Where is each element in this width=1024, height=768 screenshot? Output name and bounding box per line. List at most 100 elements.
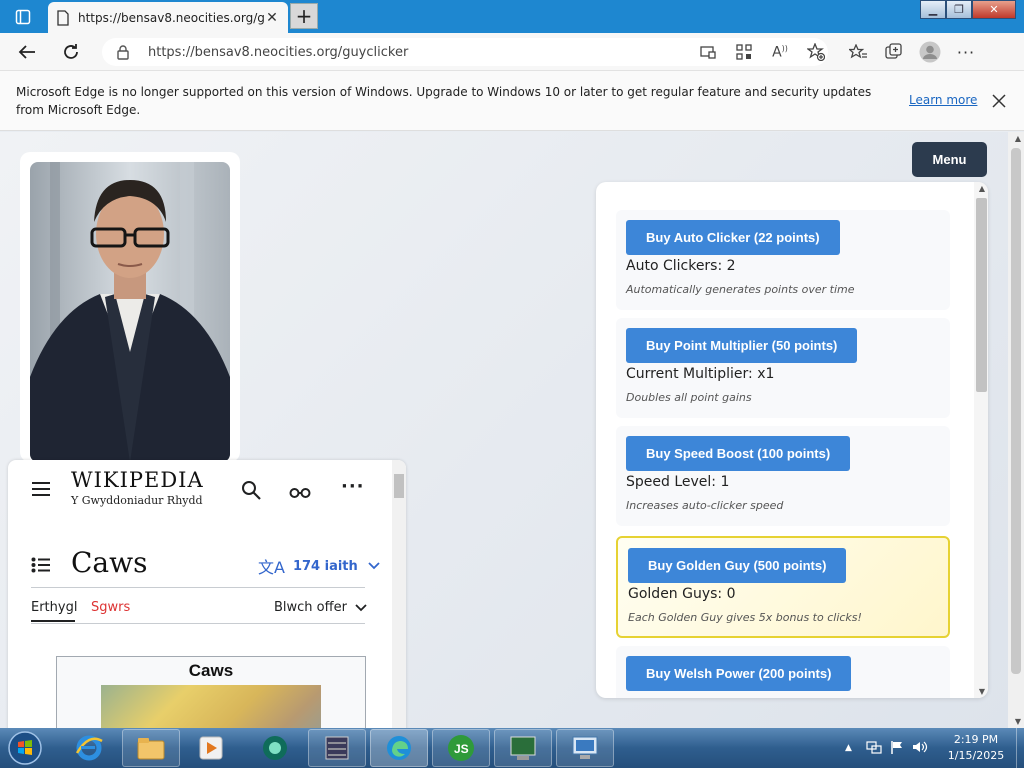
taskbar-app-icon[interactable] (246, 729, 304, 767)
scroll-down-icon[interactable]: ▼ (1015, 717, 1021, 726)
chevron-down-icon (355, 603, 367, 611)
action-center-flag-icon[interactable] (890, 739, 904, 758)
buy-golden-guy-button[interactable]: Buy Golden Guy (500 points) (628, 548, 847, 583)
clock-time: 2:19 PM (953, 733, 999, 746)
svg-text:JS: JS (454, 742, 469, 756)
wikipedia-embed: WIKIPEDIA Y Gwyddoniadur Rhydd ··· Caws … (8, 460, 406, 728)
infobox-title: Caws (188, 661, 234, 680)
upgrade-description: Each Golden Guy gives 5x bonus to clicks… (628, 611, 862, 624)
buy-auto-clicker-button[interactable]: Buy Auto Clicker (22 points) (626, 220, 840, 255)
upgrade-speed-boost: Buy Speed Boost (100 points) Speed Level… (616, 426, 950, 526)
scroll-down-icon[interactable]: ▼ (979, 687, 985, 696)
wiki-contents-icon[interactable] (31, 557, 51, 577)
unsupported-info-bar: Microsoft Edge is no longer supported on… (0, 71, 1024, 131)
cheese-image[interactable] (101, 685, 321, 728)
wikipedia-tagline: Y Gwyddoniadur Rhydd (71, 494, 203, 507)
maximize-button[interactable]: ❐ (946, 0, 972, 19)
title-bar: https://bensav8.neocities.org/gu ✕ + ▁ ❐… (0, 0, 1024, 33)
upgrades-panel: Buy Auto Clicker (22 points) Auto Clicke… (596, 182, 988, 698)
taskbar-explorer-icon[interactable] (122, 729, 180, 767)
refresh-icon[interactable] (58, 40, 84, 64)
network-icon[interactable] (866, 739, 882, 758)
guy-photo[interactable] (30, 162, 230, 462)
wikipedia-logo[interactable]: WIKIPEDIA (71, 468, 204, 492)
taskbar-winrar-icon[interactable] (308, 729, 366, 767)
taskbar: JS ▲ 2:19 PM 1/15/2025 (0, 728, 1024, 768)
menu-button[interactable]: Menu (912, 142, 987, 177)
minimize-button[interactable]: ▁ (920, 0, 946, 19)
url-text: https://bensav8.neocities.org/guyclicker (148, 44, 409, 60)
read-aloud-icon[interactable]: A)) (769, 41, 791, 63)
translate-icon: 文A (258, 558, 285, 577)
favorites-icon[interactable] (847, 41, 869, 63)
wiki-article-title: Caws (71, 546, 148, 579)
taskbar-remote-desktop-icon[interactable] (556, 729, 614, 767)
volume-icon[interactable] (912, 739, 928, 758)
upgrade-point-multiplier: Buy Point Multiplier (50 points) Current… (616, 318, 950, 418)
qr-code-icon[interactable] (733, 41, 755, 63)
scroll-up-icon[interactable]: ▲ (979, 184, 985, 193)
tab-talk[interactable]: Sgwrs (91, 600, 130, 615)
taskbar-js-icon[interactable]: JS (432, 729, 490, 767)
upgrade-description: Increases auto-clicker speed (626, 499, 784, 512)
tab-title: https://bensav8.neocities.org/gu (78, 10, 264, 25)
close-window-button[interactable]: ✕ (972, 0, 1016, 19)
toolbox-label: Blwch offer (274, 600, 347, 615)
wiki-language-button[interactable]: 文A 174 iaith (258, 554, 380, 578)
tab-actions-icon[interactable] (10, 6, 36, 28)
taskbar-terminal-icon[interactable] (494, 729, 552, 767)
tray-expand-icon[interactable]: ▲ (845, 743, 852, 753)
close-icon[interactable] (990, 92, 1008, 110)
guy-photo-card[interactable] (20, 152, 240, 462)
taskbar-ie-icon[interactable] (60, 729, 118, 767)
upgrade-welsh-power: Buy Welsh Power (200 points) (616, 646, 950, 698)
clock-date: 1/15/2025 (947, 749, 1005, 762)
language-count: 174 iaith (292, 558, 358, 574)
upgrade-description: Automatically generates points over time (626, 283, 855, 296)
browser-tab[interactable]: https://bensav8.neocities.org/gu ✕ (48, 2, 288, 33)
collections-icon[interactable] (883, 41, 905, 63)
upgrade-status: Auto Clickers: 2 (626, 258, 736, 274)
start-button[interactable] (4, 729, 46, 767)
upgrade-auto-clicker: Buy Auto Clicker (22 points) Auto Clicke… (616, 210, 950, 310)
buy-speed-boost-button[interactable]: Buy Speed Boost (100 points) (626, 436, 851, 471)
tab-article[interactable]: Erthygl (31, 600, 77, 615)
wiki-search-icon[interactable] (241, 480, 261, 504)
info-message: Microsoft Edge is no longer supported on… (16, 85, 872, 117)
lock-icon (117, 45, 129, 60)
profile-avatar-icon[interactable] (919, 41, 941, 63)
wiki-menu-icon[interactable] (31, 481, 51, 501)
upgrade-status: Current Multiplier: x1 (626, 366, 775, 382)
back-icon[interactable] (14, 40, 40, 64)
taskbar-edge-icon[interactable] (370, 729, 428, 767)
buy-point-multiplier-button[interactable]: Buy Point Multiplier (50 points) (626, 328, 858, 363)
show-desktop-button[interactable] (1016, 728, 1024, 768)
chevron-down-icon (368, 562, 380, 570)
upgrades-scrollbar[interactable]: ▲ ▼ (974, 182, 988, 698)
upgrade-golden-guy: Buy Golden Guy (500 points) Golden Guys:… (616, 536, 950, 638)
more-options-icon[interactable]: ··· (955, 41, 977, 63)
taskbar-clock[interactable]: 2:19 PM 1/15/2025 (936, 732, 1016, 764)
wiki-watch-icon[interactable] (289, 484, 311, 503)
divider (31, 587, 365, 588)
toolbox-dropdown[interactable]: Blwch offer (274, 600, 367, 615)
wiki-more-icon[interactable]: ··· (341, 476, 365, 497)
taskbar-media-player-icon[interactable] (182, 729, 240, 767)
active-tab-underline (31, 620, 75, 622)
tab-close-icon[interactable]: ✕ (264, 10, 280, 26)
add-favorite-icon[interactable] (805, 41, 827, 63)
new-tab-button[interactable]: + (290, 3, 318, 29)
learn-more-link[interactable]: Learn more (909, 93, 977, 107)
upgrade-status: Speed Level: 1 (626, 474, 730, 490)
page-content: WIKIPEDIA Y Gwyddoniadur Rhydd ··· Caws … (0, 132, 1008, 728)
divider (31, 623, 365, 624)
wiki-infobox: Caws (56, 656, 366, 728)
system-tray: ▲ (845, 728, 928, 768)
wiki-scrollbar[interactable] (392, 460, 406, 728)
upgrade-description: Doubles all point gains (626, 391, 752, 404)
scroll-up-icon[interactable]: ▲ (1015, 134, 1021, 143)
window-controls: ▁ ❐ ✕ (920, 0, 1016, 20)
page-scrollbar[interactable]: ▲ ▼ (1008, 132, 1024, 728)
app-available-icon[interactable] (697, 41, 719, 63)
buy-welsh-power-button[interactable]: Buy Welsh Power (200 points) (626, 656, 852, 691)
